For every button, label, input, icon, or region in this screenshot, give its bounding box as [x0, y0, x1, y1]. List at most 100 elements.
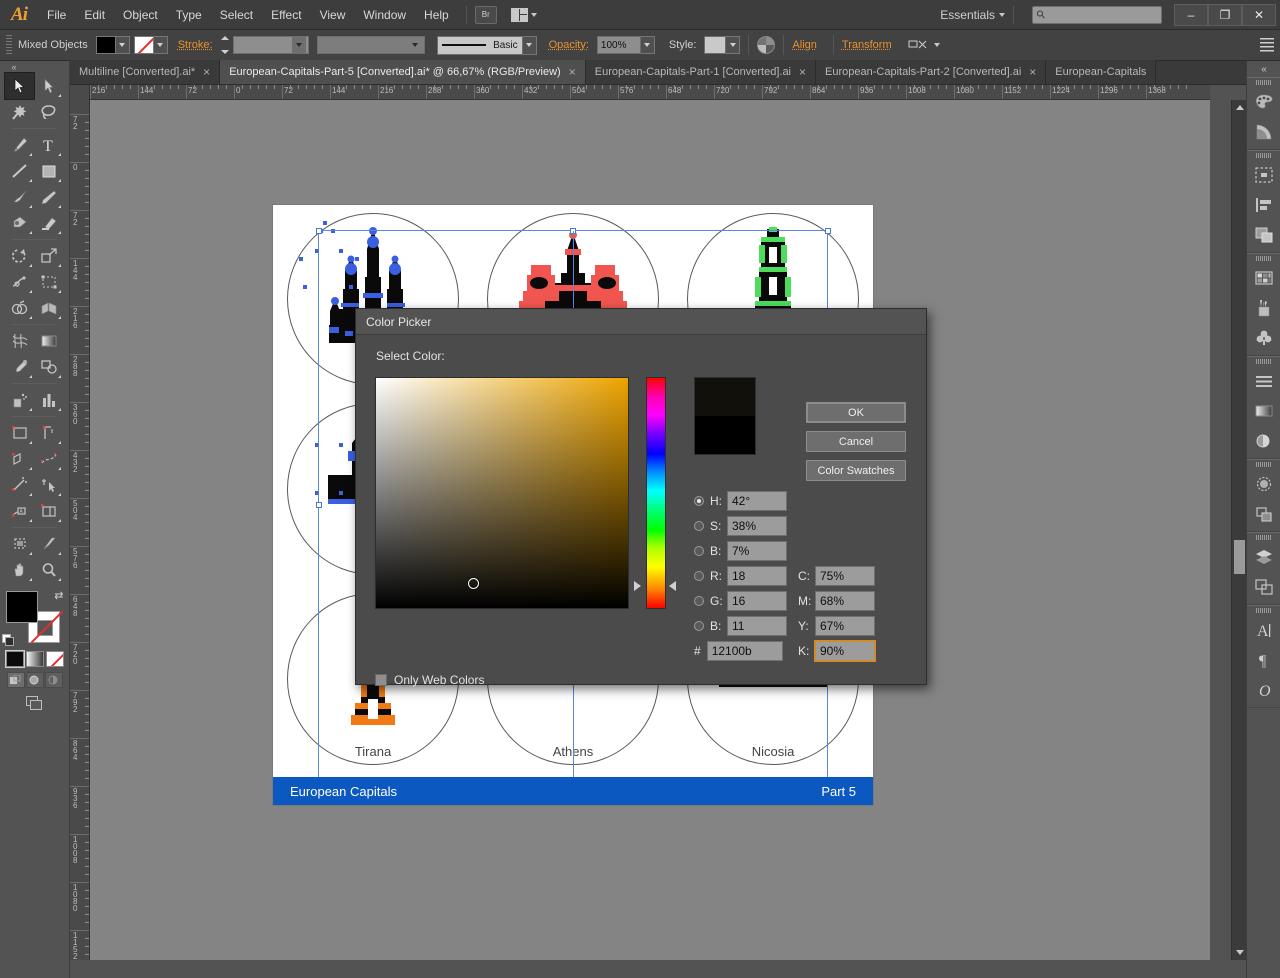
brush-definition-select[interactable]: Basic [437, 36, 523, 55]
dock-group-grip[interactable] [1247, 606, 1280, 615]
align-panel-icon[interactable] [1247, 190, 1280, 220]
recolor-artwork-icon[interactable] [757, 36, 775, 54]
menu-help[interactable]: Help [415, 0, 458, 30]
workspace-switcher-label[interactable]: Essentials [940, 8, 999, 22]
hue-radio[interactable] [694, 496, 704, 506]
brushes-panel-icon[interactable] [1247, 293, 1280, 323]
measure-tool[interactable] [5, 472, 34, 498]
black-input[interactable]: 90% [815, 641, 875, 661]
blue-radio[interactable] [694, 621, 704, 631]
graphic-styles-panel-icon[interactable] [1247, 499, 1280, 529]
symbol-sprayer-tool[interactable] [5, 387, 34, 413]
brush-chevron-down-icon[interactable] [523, 36, 537, 55]
transparency-panel-icon[interactable] [1247, 426, 1280, 456]
artboards-panel-icon[interactable] [1247, 160, 1280, 190]
solid-color-mode-button[interactable] [6, 651, 24, 667]
yellow-input[interactable]: 67% [815, 616, 875, 636]
document-tab-part-2[interactable]: European-Capitals-Part-2 [Converted].ai … [816, 60, 1046, 84]
ok-button[interactable]: OK [806, 402, 906, 423]
color-panel-icon[interactable] [1247, 87, 1280, 117]
stroke-swatch-control[interactable] [134, 36, 168, 54]
draw-behind-button[interactable] [26, 672, 44, 688]
pen-tool[interactable] [5, 132, 34, 158]
selection-tool[interactable] [5, 73, 34, 99]
default-fill-stroke-icon[interactable] [2, 634, 15, 647]
hue-marker-right-icon[interactable] [669, 581, 676, 591]
red-radio[interactable] [694, 571, 704, 581]
saturation-radio[interactable] [694, 521, 704, 531]
menu-type[interactable]: Type [167, 0, 211, 30]
stroke-panel-icon[interactable] [1247, 366, 1280, 396]
knife-tool[interactable] [34, 531, 63, 557]
close-icon[interactable]: × [1029, 66, 1036, 78]
paragraph-panel-icon[interactable]: ¶ [1247, 645, 1280, 675]
current-color-swatch[interactable] [695, 416, 755, 454]
screen-mode-button[interactable] [0, 696, 69, 712]
menu-file[interactable]: File [38, 0, 75, 30]
saturation-brightness-field[interactable] [375, 377, 629, 609]
bridge-icon[interactable]: Br [475, 6, 497, 24]
control-bar-grip[interactable] [6, 35, 12, 55]
scroll-down-icon[interactable] [1232, 945, 1247, 960]
brightness-input[interactable]: 7% [727, 541, 787, 561]
cyan-input[interactable]: 75% [815, 566, 875, 586]
search-input[interactable]: ⚲ [1032, 6, 1162, 24]
hex-input[interactable]: 12100b [707, 641, 783, 661]
crop-tool[interactable] [5, 531, 34, 557]
align-button[interactable]: Align [792, 39, 824, 51]
menu-effect[interactable]: Effect [262, 0, 310, 30]
hue-marker-left-icon[interactable] [634, 581, 641, 591]
character-panel-icon[interactable]: A [1247, 615, 1280, 645]
stroke-dropdown-button[interactable] [154, 36, 168, 54]
workspace-chevron-down-icon[interactable] [999, 13, 1005, 17]
gradient-tool[interactable] [34, 328, 63, 354]
dock-group-grip[interactable] [1247, 460, 1280, 469]
slice-tool[interactable] [34, 420, 63, 446]
cancel-button[interactable]: Cancel [806, 431, 906, 452]
menu-select[interactable]: Select [211, 0, 262, 30]
swap-fill-stroke-icon[interactable]: ⇄ [54, 589, 63, 602]
vertical-ruler[interactable]: 7207214421628836043250457664872079286493… [70, 100, 90, 960]
slice-select-tool[interactable] [34, 498, 63, 524]
layers-panel-icon[interactable] [1247, 542, 1280, 572]
saturation-input[interactable]: 38% [727, 516, 787, 536]
restore-button[interactable]: ❐ [1208, 4, 1242, 26]
fill-dropdown-button[interactable] [116, 36, 130, 54]
scroll-thumb-vertical[interactable] [1234, 540, 1245, 574]
dialog-title-bar[interactable]: Color Picker [356, 309, 926, 335]
symbol-screener-tool[interactable]: A [5, 498, 34, 524]
close-button[interactable]: ✕ [1242, 4, 1276, 26]
horizontal-ruler[interactable]: 2161447207214421628836043250457664872079… [70, 85, 1210, 100]
close-icon[interactable]: × [569, 66, 576, 78]
opacity-chevron-down-icon[interactable] [641, 36, 655, 54]
eraser-tool[interactable] [34, 210, 63, 236]
mesh-tool[interactable] [5, 328, 34, 354]
stroke-profile-select[interactable] [317, 36, 425, 54]
opentype-panel-icon[interactable]: O [1247, 675, 1280, 705]
style-chevron-down-icon[interactable] [726, 36, 740, 54]
fill-swatch-control[interactable] [96, 36, 130, 54]
zoom-tool[interactable] [34, 557, 63, 583]
column-graph-tool[interactable] [34, 387, 63, 413]
minimize-button[interactable]: – [1174, 4, 1208, 26]
stroke-weight-select[interactable] [233, 36, 309, 54]
perspective-selection-tool[interactable] [5, 446, 34, 472]
dock-group-grip[interactable] [1247, 78, 1280, 87]
blend-tool[interactable] [34, 354, 63, 380]
ruler-corner[interactable] [70, 85, 90, 100]
blob-brush-tool[interactable] [5, 210, 34, 236]
hand-tool[interactable] [5, 557, 34, 583]
transform-button[interactable]: Transform [842, 39, 900, 51]
hue-slider[interactable] [646, 377, 666, 609]
sv-marker[interactable] [468, 578, 479, 589]
type-tool[interactable]: T [34, 132, 63, 158]
stroke-weight-stepper[interactable] [221, 36, 232, 54]
color-swatches-button[interactable]: Color Swatches [806, 460, 906, 481]
stroke-label[interactable]: Stroke: [178, 39, 221, 51]
gradient-panel-icon[interactable] [1247, 396, 1280, 426]
scroll-up-icon[interactable] [1232, 100, 1247, 115]
anchor-point-options-icon[interactable] [908, 38, 928, 52]
width-tool[interactable] [5, 269, 34, 295]
free-transform-tool[interactable] [34, 269, 63, 295]
opacity-input[interactable]: 100% [597, 36, 641, 54]
